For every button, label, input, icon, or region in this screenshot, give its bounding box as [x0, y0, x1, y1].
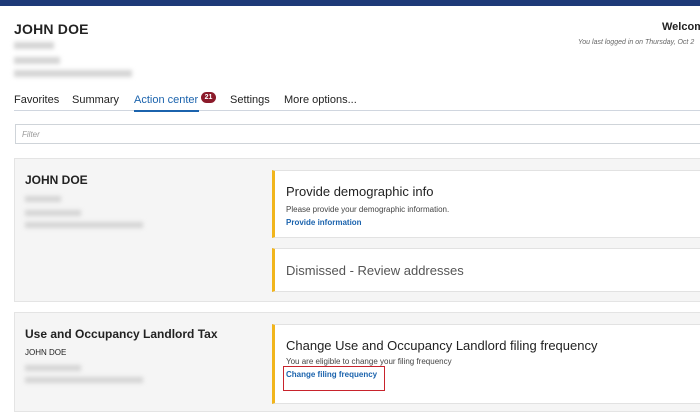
dismissed-action-card[interactable]: Dismissed - Review addresses — [272, 248, 700, 292]
tab-settings[interactable]: Settings — [230, 94, 270, 106]
filter-input[interactable] — [15, 124, 700, 144]
action-card-title: Provide demographic info — [286, 184, 434, 199]
provide-information-link[interactable]: Provide information — [286, 218, 362, 227]
top-bar — [0, 0, 700, 6]
redacted-line — [25, 365, 81, 371]
welcome-text: Welcom — [662, 21, 700, 33]
redacted-line — [25, 210, 81, 216]
action-center-count-badge: 21 — [201, 92, 216, 103]
action-card-title: Dismissed - Review addresses — [286, 263, 464, 278]
redacted-line — [25, 222, 143, 228]
action-card: Provide demographic info Please provide … — [272, 170, 700, 238]
action-card-description: Please provide your demographic informat… — [286, 205, 450, 214]
redacted-line — [14, 57, 60, 64]
tab-action-center[interactable]: Action center — [134, 94, 198, 106]
last-login-text: You last logged in on Thursday, Oct 2 — [578, 39, 695, 46]
account-holder: JOHN DOE — [25, 348, 67, 357]
account-panel: JOHN DOE Provide demographic info Please… — [14, 158, 700, 302]
account-title: Use and Occupancy Landlord Tax — [25, 327, 218, 341]
redacted-line — [25, 377, 143, 383]
tab-favorites[interactable]: Favorites — [14, 94, 59, 106]
highlight-annotation-box — [283, 366, 385, 391]
action-card-description: You are eligible to change your filing f… — [286, 357, 452, 366]
account-panel: Use and Occupancy Landlord Tax JOHN DOE … — [14, 312, 700, 412]
tab-summary[interactable]: Summary — [72, 94, 119, 106]
redacted-line — [14, 70, 132, 77]
account-title: JOHN DOE — [25, 173, 88, 187]
account-holder-name: JOHN DOE — [14, 21, 89, 37]
tab-bar-divider — [14, 110, 700, 111]
action-card-title: Change Use and Occupancy Landlord filing… — [286, 338, 598, 353]
redacted-line — [14, 42, 54, 49]
active-tab-indicator — [134, 110, 199, 112]
action-card: Change Use and Occupancy Landlord filing… — [272, 324, 700, 404]
redacted-line — [25, 196, 61, 202]
tab-more-options[interactable]: More options... — [284, 94, 357, 106]
